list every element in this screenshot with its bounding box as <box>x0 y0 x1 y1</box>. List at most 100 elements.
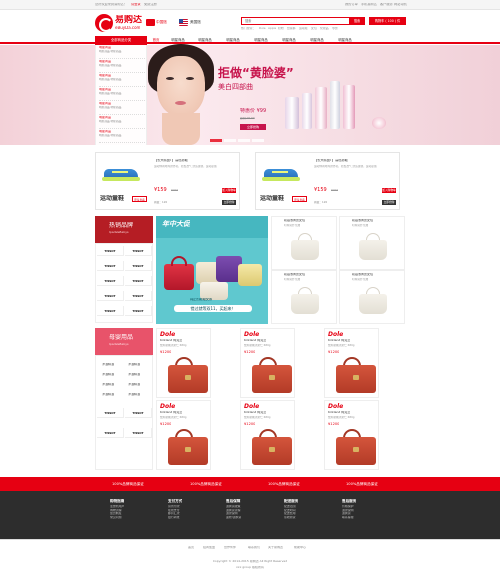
product-tile[interactable]: 初蕴浓黄皮女包 时尚简约 优雅 <box>271 270 337 324</box>
hot-keyword[interactable]: 女包 <box>311 27 317 30</box>
buy-now-button[interactable]: 立即抢购 <box>222 200 236 205</box>
footer-bottom-link[interactable]: 招商加盟 <box>203 546 215 550</box>
product-item[interactable]: Dole Kirkland 柯克兰 盐焗夏威夷果仁 680g ¥1200 <box>156 400 211 470</box>
list-item[interactable]: 洋酒精酒 <box>128 363 140 367</box>
brand-logo[interactable]: TISSOT <box>97 408 124 418</box>
list-item[interactable]: 洋酒精酒 <box>102 383 114 387</box>
sidebar-item[interactable]: 明星商品 明星商品 明星商品 <box>99 60 145 73</box>
product-item[interactable]: Dole Kirkland 柯克兰 盐焗夏威夷果仁 680g ¥1200 <box>324 328 379 398</box>
sidebar-item[interactable]: 明星商品 明星商品 明星商品 <box>99 46 145 59</box>
sidebar-item[interactable]: 明星商品 明星商品 明星商品 <box>99 116 145 129</box>
sitemap-link[interactable]: 网站导航 <box>394 3 407 7</box>
all-categories-button[interactable]: 全部商品分类 <box>95 36 147 45</box>
sidebar-item[interactable]: 明星商品 明星商品 明星商品 <box>99 74 145 87</box>
list-item[interactable]: 洋酒精酒 <box>128 383 140 387</box>
brand-logo[interactable]: TISSOT <box>97 246 124 256</box>
nav-item[interactable]: 明星商品 <box>278 36 300 44</box>
footer-bottom-link[interactable]: 联系我们 <box>248 546 260 550</box>
hero-banner[interactable]: 拒做“黄脸婆” 美白四部曲 特惠价 ¥99 原价:¥199 立即抢购 <box>0 44 500 145</box>
list-item[interactable]: 洋酒精酒 <box>102 363 114 367</box>
login-link[interactable]: 请登录 <box>131 3 141 7</box>
promo-cta[interactable]: 错过就等双11，买起来！ <box>174 305 252 312</box>
nav-item[interactable]: 明星商品 <box>222 36 244 44</box>
hot-keyword[interactable]: 纸尿裤 <box>287 27 296 30</box>
product-card[interactable]: 运动童鞋 更多查看 【长大精品T】高档男鞋 运动休闲时尚款男鞋，轻盈透气 舒适柔… <box>255 152 400 210</box>
hot-keyword[interactable]: 化妆品 <box>320 27 329 30</box>
brand-logo[interactable]: TISSOT <box>125 408 152 418</box>
cart-button[interactable]: 购物车 ( 100 ) 件 <box>369 17 406 25</box>
my-orders-link[interactable]: 我的订单 <box>345 3 358 7</box>
usa-flag-icon <box>179 19 188 26</box>
footer-bottom-link[interactable]: 合作伙伴 <box>224 546 236 550</box>
buy-now-button[interactable]: 立即抢购 <box>382 200 396 205</box>
product-sold: 销量：120 <box>154 201 168 204</box>
brand-logo[interactable]: TISSOT <box>125 291 152 301</box>
list-item[interactable]: 洋酒精酒 <box>128 393 140 397</box>
carousel-dot[interactable] <box>210 139 222 142</box>
nav-item[interactable]: 明星商品 <box>334 36 356 44</box>
nav-item[interactable]: 明星商品 <box>167 36 189 44</box>
nav-item[interactable]: 明星商品 <box>306 36 328 44</box>
product-item[interactable]: Dole Kirkland 柯克兰 盐焗夏威夷果仁 680g ¥1200 <box>324 400 379 470</box>
list-item[interactable]: 洋酒精酒 <box>102 393 114 397</box>
product-item[interactable]: Dole Kirkland 柯克兰 盐焗夏威夷果仁 680g ¥1200 <box>240 400 295 470</box>
carousel-dot[interactable] <box>252 139 264 142</box>
promo-banner[interactable]: 年中大促 真正的超级女款 错过就等双11，买起来！ <box>156 216 268 324</box>
brand-logo[interactable]: TISSOT <box>125 261 152 271</box>
footer-link[interactable]: 返修/退换货 <box>226 516 241 519</box>
hot-keyword[interactable]: 零食 <box>332 27 338 30</box>
more-button[interactable]: 更多查看 <box>132 196 147 202</box>
brand-logo[interactable]: TISSOT <box>125 306 152 316</box>
usa-pavilion-link[interactable]: 美国馆 <box>190 20 201 24</box>
product-title[interactable]: 【长大精品T】高档男鞋 <box>314 159 399 163</box>
product-item[interactable]: Dole Kirkland 柯克兰 盐焗夏威夷果仁 680g ¥1200 <box>156 328 211 398</box>
logo[interactable]: 易购达 eBuyDa.com <box>95 14 145 34</box>
search-button[interactable]: 搜索 <box>349 17 365 25</box>
product-item[interactable]: Dole Kirkland 柯克兰 盐焗夏威夷果仁 680g ¥1200 <box>240 328 295 398</box>
product-tile[interactable]: 初蕴浓黄皮女包 时尚简约 优雅 <box>339 216 405 270</box>
list-item[interactable]: 洋酒精酒 <box>102 373 114 377</box>
brand-logo[interactable]: TISSOT <box>125 428 152 438</box>
add-to-cart-button[interactable]: 加入购物车 <box>382 188 396 193</box>
nav-home[interactable]: 首页 <box>149 36 163 44</box>
footer-link[interactable]: 银行转账 <box>168 516 182 519</box>
sidebar-item[interactable]: 明星商品 明星商品 明星商品 <box>99 102 145 115</box>
hot-keyword[interactable]: Dole <box>259 27 266 30</box>
china-pavilion-link[interactable]: 中国馆 <box>156 20 167 24</box>
add-to-cart-button[interactable]: 加入购物车 <box>222 188 236 193</box>
banner-buy-button[interactable]: 立即抢购 <box>240 124 266 130</box>
nav-item[interactable]: 明星商品 <box>194 36 216 44</box>
footer-link[interactable]: 常见问题 <box>110 516 124 519</box>
hot-keyword[interactable]: 运动鞋 <box>299 27 308 30</box>
mobile-link[interactable]: 手机易购达 <box>361 3 377 7</box>
footer-link[interactable]: 签收验货 <box>284 516 298 519</box>
sidebar-item[interactable]: 明星商品 明星商品 明星商品 <box>99 130 145 143</box>
footer-bottom-link[interactable]: 帮助中心 <box>294 546 306 550</box>
footer-bottom-link[interactable]: 关于易购达 <box>268 546 283 550</box>
hot-keyword[interactable]: Apple <box>268 27 276 30</box>
service-link[interactable]: 客户服务 <box>380 3 393 7</box>
carousel-dot[interactable] <box>238 139 250 142</box>
product-tile[interactable]: 初蕴浓黄皮女包 时尚简约 优雅 <box>339 270 405 324</box>
hot-keyword[interactable]: 奶粉 <box>278 27 284 30</box>
sidebar-item[interactable]: 明星商品 明星商品 明星商品 <box>99 88 145 101</box>
product-tile[interactable]: 初蕴浓黄皮女包 时尚简约 优雅 <box>271 216 337 270</box>
carousel-dot[interactable] <box>224 139 236 142</box>
item-desc: 盐焗夏威夷果仁 680g <box>328 416 355 419</box>
product-title[interactable]: 【长大精品T】高档男鞋 <box>154 159 239 163</box>
search-input[interactable] <box>243 18 348 24</box>
footer-link[interactable]: 联系客服 <box>342 516 356 519</box>
brand-logo[interactable]: TISSOT <box>97 276 124 286</box>
brand-logo[interactable]: TISSOT <box>125 276 152 286</box>
brand-logo[interactable]: TISSOT <box>97 291 124 301</box>
more-button[interactable]: 更多查看 <box>292 196 307 202</box>
brand-logo[interactable]: TISSOT <box>97 261 124 271</box>
nav-item[interactable]: 明星商品 <box>250 36 272 44</box>
footer-bottom-link[interactable]: 首页 <box>188 546 194 550</box>
list-item[interactable]: 洋酒精酒 <box>128 373 140 377</box>
product-card[interactable]: 运动童鞋 更多查看 【长大精品T】高档男鞋 运动休闲时尚款男鞋，轻盈透气 舒适柔… <box>95 152 240 210</box>
brand-logo[interactable]: TISSOT <box>125 246 152 256</box>
brand-logo[interactable]: TISSOT <box>97 306 124 316</box>
brand-logo[interactable]: TISSOT <box>97 428 124 438</box>
register-link[interactable]: 免费注册 <box>144 3 157 7</box>
